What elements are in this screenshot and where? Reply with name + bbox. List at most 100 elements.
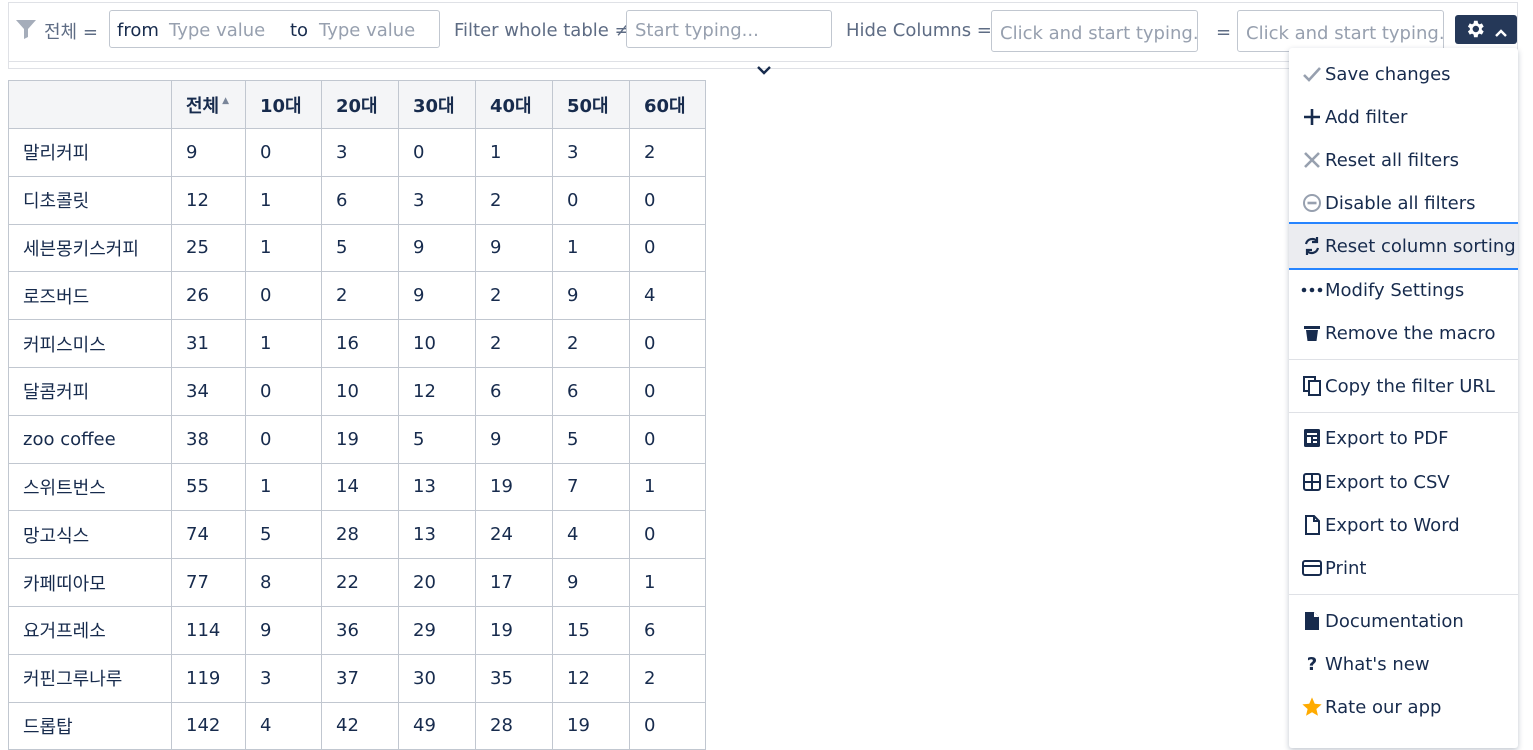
table-cell-value: 36 xyxy=(321,605,399,655)
table-cell-value: 0 xyxy=(629,223,706,273)
table-cell-value: 26 xyxy=(171,271,246,321)
table-cell-value: 28 xyxy=(321,510,399,560)
table-cell-value: 20 xyxy=(398,558,476,607)
table-cell-value: 5 xyxy=(245,510,322,560)
range-filter-input[interactable]: from Type value to Type value xyxy=(109,10,440,48)
table-cell-value: 9 xyxy=(398,223,476,273)
column-header-60s[interactable]: 60대 xyxy=(629,80,706,129)
table-cell-value: 9 xyxy=(171,128,246,177)
table-cell-value: 0 xyxy=(245,128,322,177)
menu-item-modify-settings[interactable]: Modify Settings xyxy=(1289,269,1518,311)
table-row: 커핀그루나루 119 3 37 30 35 12 2 xyxy=(8,653,706,703)
column-header-30s[interactable]: 30대 xyxy=(398,80,476,129)
table-cell-value: 77 xyxy=(171,558,246,607)
table-cell-value: 5 xyxy=(398,414,476,464)
menu-item-label: Print xyxy=(1325,557,1367,579)
table-cell-value: 9 xyxy=(475,414,553,464)
filter-whole-table-input[interactable]: Start typing... xyxy=(626,10,832,48)
menu-item-copy-the-filter-url[interactable]: Copy the filter URL xyxy=(1289,365,1518,407)
menu-item-print[interactable]: Print xyxy=(1289,547,1518,589)
settings-menu-button[interactable] xyxy=(1455,15,1517,44)
to-input-placeholder[interactable]: Type value xyxy=(319,20,415,41)
table-cell-value: 2 xyxy=(475,271,553,321)
second-filter-input[interactable]: Click and start typing... xyxy=(1237,10,1444,52)
from-input-placeholder[interactable]: Type value xyxy=(169,20,265,41)
table-cell-value: 3 xyxy=(398,175,476,225)
table-row: 카페띠아모 77 8 22 20 17 9 1 xyxy=(8,558,706,607)
menu-item-label: Remove the macro xyxy=(1325,322,1496,344)
copy-icon xyxy=(1301,375,1323,397)
menu-separator xyxy=(1289,412,1518,413)
filter-column-label: 전체 = xyxy=(44,22,98,43)
table-cell-value: 1 xyxy=(245,175,322,225)
table-cell-value: 15 xyxy=(552,605,630,655)
table-row: zoo coffee 38 0 19 5 9 5 0 xyxy=(8,414,706,464)
table-cell-value: 1 xyxy=(629,462,706,512)
hide-columns-input[interactable]: Click and start typing... xyxy=(991,10,1198,52)
table-cell-name: 세븐몽키스커피 xyxy=(8,223,172,273)
table-cell-value: 35 xyxy=(475,653,553,703)
table-cell-value: 2 xyxy=(475,175,553,225)
collapse-chevron-icon[interactable] xyxy=(756,60,772,81)
table-cell-value: 12 xyxy=(171,175,246,225)
table-cell-value: 5 xyxy=(552,414,630,464)
menu-item-rate-our-app[interactable]: Rate our app xyxy=(1289,686,1518,728)
table-cell-value: 2 xyxy=(321,271,399,321)
table-cell-value: 0 xyxy=(245,271,322,321)
column-header-40s[interactable]: 40대 xyxy=(475,80,553,129)
menu-item-label: Export to PDF xyxy=(1325,427,1449,449)
file-icon xyxy=(1301,610,1323,632)
menu-item-documentation[interactable]: Documentation xyxy=(1289,600,1518,642)
table-cell-value: 17 xyxy=(475,558,553,607)
table-cell-value: 55 xyxy=(171,462,246,512)
table-row: 망고식스 74 5 28 13 24 4 0 xyxy=(8,510,706,560)
table-cell-value: 0 xyxy=(629,701,706,750)
menu-item-whats-new[interactable]: ? What's new xyxy=(1289,643,1518,685)
table-cell-name: 커핀그루나루 xyxy=(8,653,172,703)
menu-item-save-changes[interactable]: Save changes xyxy=(1289,53,1518,95)
grid-icon xyxy=(1301,471,1323,493)
filter-whole-table-label: Filter whole table ≠ xyxy=(454,20,630,41)
table-cell-value: 3 xyxy=(321,128,399,177)
menu-item-reset-all-filters[interactable]: Reset all filters xyxy=(1289,139,1518,181)
table-cell-value: 13 xyxy=(398,510,476,560)
table-cell-value: 1 xyxy=(245,462,322,512)
column-header-total[interactable]: 전체 ▲ xyxy=(171,80,246,129)
table-cell-value: 3 xyxy=(552,128,630,177)
menu-item-remove-the-macro[interactable]: Remove the macro xyxy=(1289,312,1518,354)
table-cell-value: 6 xyxy=(321,175,399,225)
menu-item-export-to-csv[interactable]: Export to CSV xyxy=(1289,461,1518,503)
table-cell-value: 2 xyxy=(552,319,630,368)
x-icon xyxy=(1301,149,1323,171)
data-table: 전체 ▲ 10대 20대 30대 40대 50대 60대 말리커피 9 0 3 0 1 3 2 디… xyxy=(8,80,706,750)
menu-separator xyxy=(1289,359,1518,360)
table-cell-value: 0 xyxy=(245,414,322,464)
menu-item-reset-column-sorting[interactable]: Reset column sorting xyxy=(1289,222,1518,270)
table-cell-value: 6 xyxy=(552,366,630,416)
column-header-name[interactable] xyxy=(8,80,172,129)
table-cell-value: 30 xyxy=(398,653,476,703)
plus-icon xyxy=(1301,106,1323,128)
menu-item-label: Export to CSV xyxy=(1325,471,1450,493)
table-cell-name: 말리커피 xyxy=(8,128,172,177)
check-icon xyxy=(1301,63,1323,85)
menu-item-export-to-pdf[interactable]: Export to PDF xyxy=(1289,417,1518,459)
column-header-20s[interactable]: 20대 xyxy=(321,80,399,129)
print-icon xyxy=(1301,557,1323,579)
table-cell-value: 4 xyxy=(552,510,630,560)
menu-item-export-to-word[interactable]: Export to Word xyxy=(1289,504,1518,546)
table-row: 스위트번스 55 1 14 13 19 7 1 xyxy=(8,462,706,512)
column-header-50s[interactable]: 50대 xyxy=(552,80,630,129)
menu-item-disable-all-filters[interactable]: Disable all filters xyxy=(1289,182,1518,224)
filter-whole-table-placeholder: Start typing... xyxy=(635,20,759,41)
table-cell-value: 24 xyxy=(475,510,553,560)
table-cell-value: 1 xyxy=(245,223,322,273)
table-cell-value: 6 xyxy=(475,366,553,416)
menu-item-add-filter[interactable]: Add filter xyxy=(1289,96,1518,138)
star-icon xyxy=(1301,696,1323,718)
table-cell-name: 스위트번스 xyxy=(8,462,172,512)
table-cell-name: 달콤커피 xyxy=(8,366,172,416)
table-cell-value: 19 xyxy=(321,414,399,464)
pdf-icon xyxy=(1301,427,1323,449)
column-header-10s[interactable]: 10대 xyxy=(245,80,322,129)
